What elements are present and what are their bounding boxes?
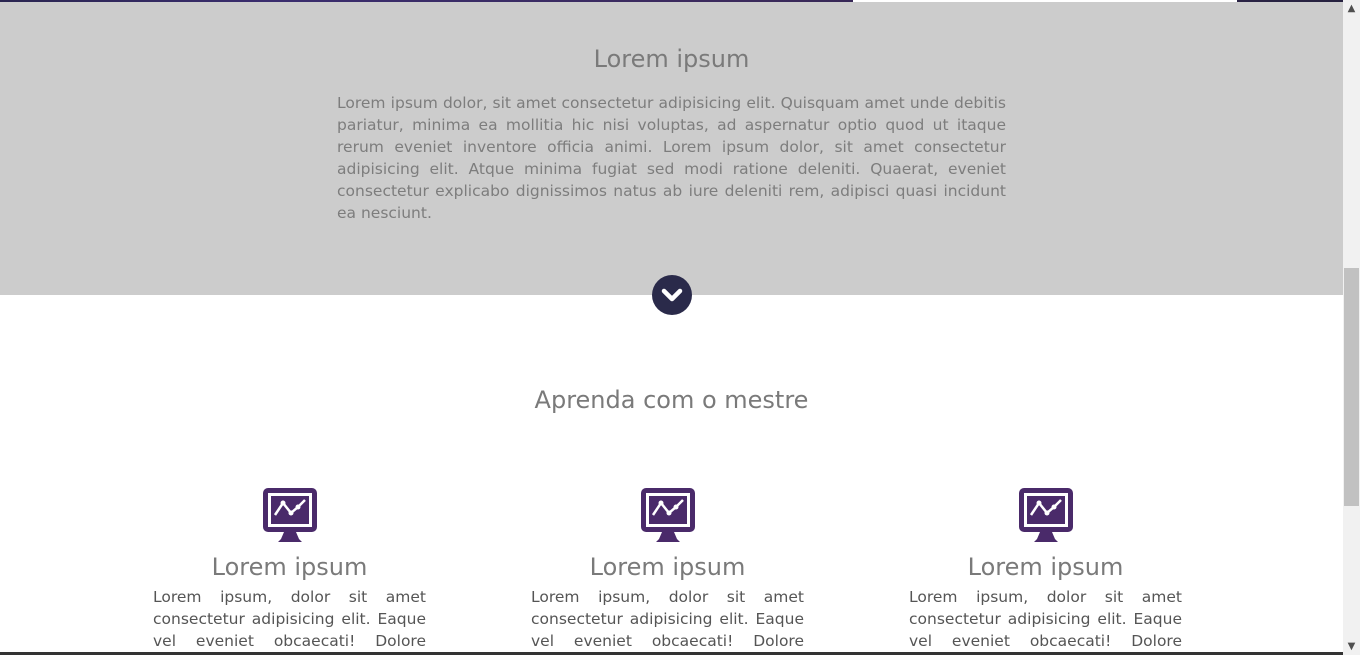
intro-title: Lorem ipsum — [593, 45, 750, 73]
section-title: Aprenda com o mestre — [534, 386, 809, 414]
monitor-chart-icon — [262, 488, 317, 542]
page-viewport: Lorem ipsum Lorem ipsum dolor, sit amet … — [0, 0, 1343, 655]
scroll-down-arrow-icon[interactable]: ▼ — [1343, 638, 1360, 655]
feature-card: Lorem ipsum Lorem ipsum, dolor sit amet … — [909, 487, 1182, 652]
intro-section: Lorem ipsum Lorem ipsum dolor, sit amet … — [0, 2, 1343, 295]
chevron-down-icon — [661, 288, 683, 302]
monitor-chart-icon — [640, 488, 695, 542]
scroll-up-arrow-icon[interactable]: ▲ — [1343, 0, 1360, 17]
feature-title: Lorem ipsum — [967, 553, 1124, 581]
vertical-scrollbar[interactable]: ▲ ▼ — [1343, 0, 1360, 655]
intro-text: Lorem ipsum dolor, sit amet consectetur … — [337, 94, 1006, 222]
feature-text: Lorem ipsum, dolor sit amet consectetur … — [531, 588, 804, 650]
monitor-chart-icon — [1018, 488, 1073, 542]
feature-text: Lorem ipsum, dolor sit amet consectetur … — [153, 588, 426, 650]
feature-card: Lorem ipsum Lorem ipsum, dolor sit amet … — [153, 487, 426, 652]
feature-card: Lorem ipsum Lorem ipsum, dolor sit amet … — [531, 487, 804, 652]
scrollbar-thumb[interactable] — [1344, 268, 1359, 506]
feature-title: Lorem ipsum — [589, 553, 746, 581]
scroll-down-button[interactable] — [652, 275, 692, 315]
feature-text: Lorem ipsum, dolor sit amet consectetur … — [909, 588, 1182, 650]
feature-title: Lorem ipsum — [211, 553, 368, 581]
